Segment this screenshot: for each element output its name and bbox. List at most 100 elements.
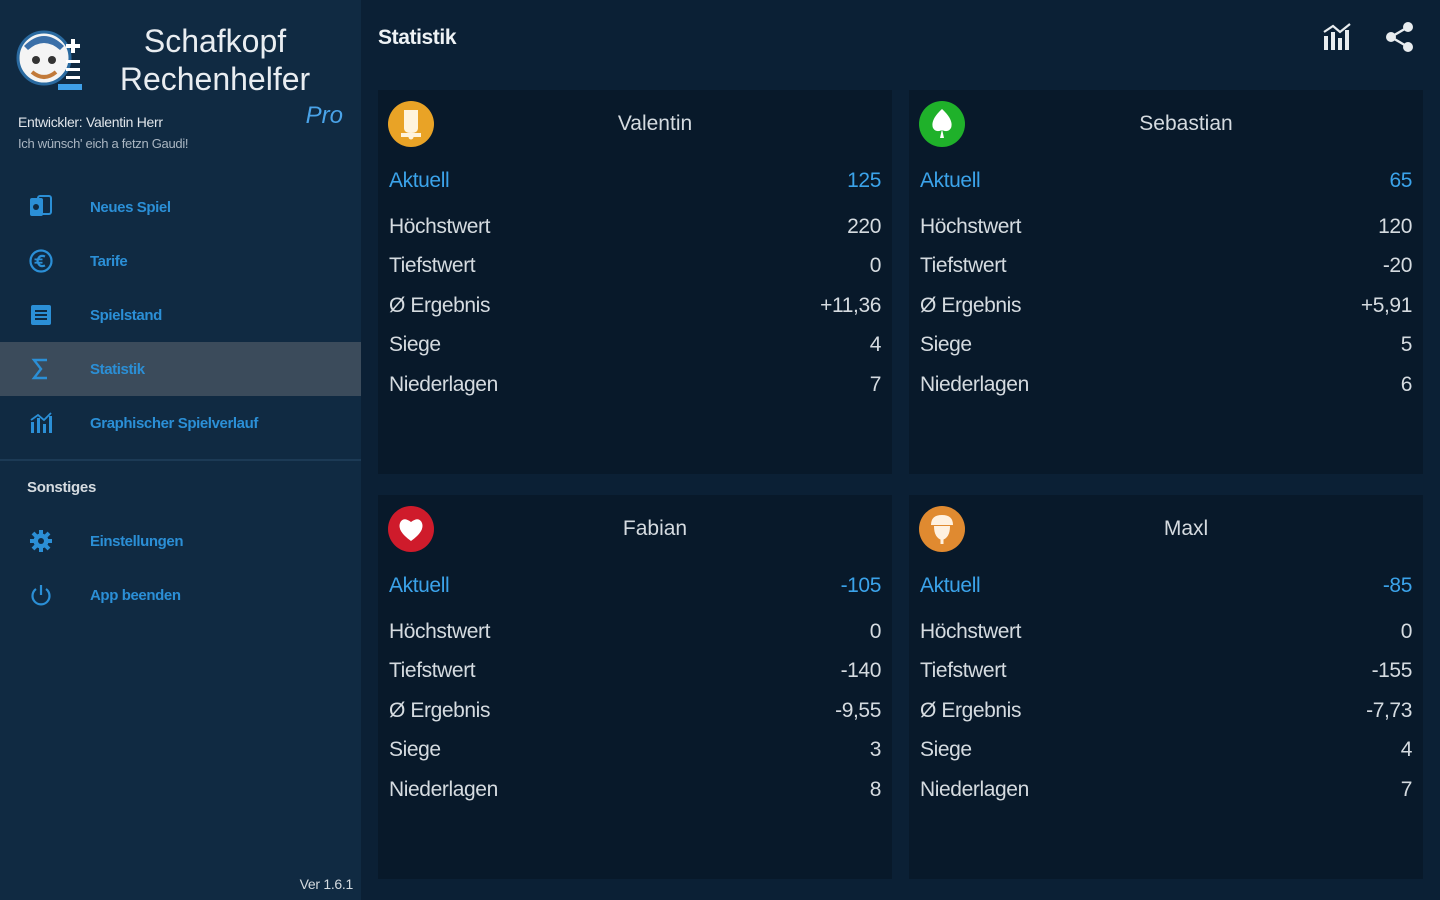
losses-row: Niederlagen 7 (389, 370, 881, 400)
acorn-icon (919, 506, 965, 552)
min-row: Tiefstwert -140 (389, 656, 881, 686)
app-title: Schafkopf Rechenhelfer (100, 22, 330, 98)
avg-row: Ø Ergebnis +5,91 (920, 291, 1412, 321)
min-row: Tiefstwert -20 (920, 251, 1412, 281)
power-icon (28, 582, 54, 608)
losses-value: 7 (869, 373, 882, 396)
losses-row: Niederlagen 8 (389, 775, 881, 805)
nav-label-chart: Graphischer Spielverlauf (90, 414, 258, 432)
max-value: 0 (869, 620, 882, 643)
player-card-4: Maxl Aktuell -85 Höchstwert 0 Tiefstwert… (909, 495, 1423, 879)
slogan-text: Ich wünsch' eich a fetzn Gaudi! (18, 136, 189, 151)
max-label: Höchstwert (920, 620, 1022, 643)
page-title: Statistik (378, 26, 457, 49)
nav-label-score: Spielstand (90, 306, 162, 324)
nav-item-chart[interactable]: Graphischer Spielverlauf (0, 396, 361, 450)
losses-label: Niederlagen (389, 373, 498, 396)
chart-icon (28, 410, 54, 436)
avg-value: +11,36 (820, 294, 881, 317)
min-label: Tiefstwert (920, 659, 1007, 682)
navigation-drawer: Schafkopf Rechenhelfer Pro Entwickler: V… (0, 0, 361, 900)
nav-label-exit: App beenden (90, 586, 181, 604)
max-label: Höchstwert (389, 620, 491, 643)
drawer-divider (0, 459, 361, 461)
current-label: Aktuell (920, 574, 981, 597)
wins-row: Siege 4 (389, 330, 881, 360)
gear-icon (28, 528, 54, 554)
current-row: Aktuell -105 (389, 571, 881, 601)
current-value: -85 (1382, 574, 1413, 597)
player-card-2: Sebastian Aktuell 65 Höchstwert 120 Tief… (909, 90, 1423, 474)
wins-label: Siege (920, 333, 972, 356)
share-icon[interactable] (1383, 20, 1417, 54)
cards-icon (28, 194, 54, 220)
avg-value: -9,55 (835, 699, 881, 722)
developer-text: Entwickler: Valentin Herr (18, 114, 163, 130)
chart-icon[interactable] (1320, 20, 1354, 54)
max-row: Höchstwert 120 (920, 212, 1412, 242)
max-label: Höchstwert (389, 215, 491, 238)
losses-row: Niederlagen 6 (920, 370, 1412, 400)
wins-label: Siege (389, 738, 441, 761)
wins-value: 4 (1400, 738, 1413, 761)
app-title-line2: Rechenhelfer (119, 61, 311, 97)
min-label: Tiefstwert (389, 254, 476, 277)
nav-item-settings[interactable]: Einstellungen (0, 514, 361, 568)
player-card-1: Valentin Aktuell 125 Höchstwert 220 Tief… (378, 90, 892, 474)
app-logo-icon (16, 30, 82, 90)
losses-label: Niederlagen (389, 778, 498, 801)
nav-item-new-game[interactable]: Neues Spiel (0, 180, 361, 234)
player-name: Valentin (617, 112, 693, 135)
current-label: Aktuell (389, 169, 450, 192)
player-card-3: Fabian Aktuell -105 Höchstwert 0 Tiefstw… (378, 495, 892, 879)
wins-value: 5 (1400, 333, 1413, 356)
app-title-line1: Schafkopf (143, 23, 287, 59)
section-label-other: Sonstiges (27, 479, 96, 496)
current-value: -105 (840, 574, 882, 597)
avg-label: Ø Ergebnis (389, 294, 491, 317)
min-label: Tiefstwert (920, 254, 1007, 277)
current-value: 125 (847, 169, 881, 192)
nav-label-statistics: Statistik (90, 360, 145, 378)
version-text: Ver 1.6.1 (299, 876, 354, 892)
nav-label-new-game: Neues Spiel (90, 198, 171, 216)
max-row: Höchstwert 0 (389, 617, 881, 647)
avg-label: Ø Ergebnis (389, 699, 491, 722)
max-value: 0 (1400, 620, 1413, 643)
min-value: -140 (840, 659, 882, 682)
min-label: Tiefstwert (389, 659, 476, 682)
max-label: Höchstwert (920, 215, 1022, 238)
avg-row: Ø Ergebnis +11,36 (389, 291, 881, 321)
min-row: Tiefstwert 0 (389, 251, 881, 281)
current-value: 65 (1389, 169, 1412, 192)
max-value: 220 (847, 215, 881, 238)
avg-value: -7,73 (1366, 699, 1412, 722)
wins-label: Siege (389, 333, 441, 356)
player-name: Sebastian (1139, 112, 1233, 135)
wins-value: 4 (869, 333, 882, 356)
avg-label: Ø Ergebnis (920, 294, 1022, 317)
nav-item-exit[interactable]: App beenden (0, 568, 361, 622)
losses-value: 8 (869, 778, 882, 801)
player-name: Fabian (622, 517, 688, 540)
nav-item-score[interactable]: Spielstand (0, 288, 361, 342)
losses-label: Niederlagen (920, 373, 1029, 396)
edition-badge: Pro (305, 102, 343, 129)
wins-label: Siege (920, 738, 972, 761)
euro-icon (28, 248, 54, 274)
wins-value: 3 (869, 738, 882, 761)
nav-item-tariffs[interactable]: Tarife (0, 234, 361, 288)
nav-label-tariffs: Tarife (90, 252, 128, 270)
sigma-icon (28, 356, 54, 382)
wins-row: Siege 4 (920, 735, 1412, 765)
current-label: Aktuell (389, 574, 450, 597)
current-row: Aktuell -85 (920, 571, 1412, 601)
nav-label-settings: Einstellungen (90, 532, 184, 550)
nav-item-statistics[interactable]: Statistik (0, 342, 361, 396)
max-value: 120 (1378, 215, 1412, 238)
list-icon (28, 302, 54, 328)
avg-row: Ø Ergebnis -9,55 (389, 696, 881, 726)
current-row: Aktuell 65 (920, 166, 1412, 196)
avg-row: Ø Ergebnis -7,73 (920, 696, 1412, 726)
player-name: Maxl (1163, 517, 1209, 540)
